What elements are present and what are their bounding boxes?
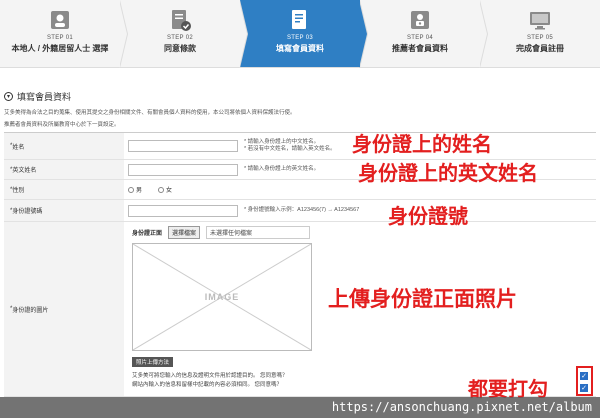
name-hint-1: 請輸入身份證上的中文姓名。 (247, 138, 320, 145)
name-input[interactable] (128, 140, 238, 152)
annotation-english-name: 身份證上的英文姓名 (358, 161, 538, 185)
form-row-name: * 姓名 * 請輸入身份證上的中文姓名。 * 若沒有中文姓名，請輸入英文姓名。 (4, 133, 596, 160)
step-3-number: STEP 03 (286, 35, 313, 41)
name-hint-2: 若沒有中文姓名，請輸入英文姓名。 (247, 146, 336, 152)
step-3-label: 填寫會員資料 (276, 44, 324, 53)
choose-file-button[interactable]: 選擇檔案 (168, 226, 201, 239)
step-1: STEP 01 本地人 / 外籍居留人士 選擇 (0, 0, 128, 68)
section-note-1: 艾多美得為合法之目的蒐集、使用其提交之身份相關文件、有關會員個人資料的使用，本公… (4, 110, 296, 116)
step-1-label: 本地人 / 外籍居留人士 選擇 (11, 44, 109, 53)
referrer-icon (411, 11, 429, 29)
step-4: STEP 04 推薦者會員資料 (360, 0, 488, 68)
id-number-hint: 身份證號輸入示例：A123456(7) → A1234567 (247, 206, 360, 213)
step-5-number: STEP 05 (526, 35, 553, 41)
step-2-label: 同意條款 (164, 44, 196, 53)
step-3: STEP 03 填寫會員資料 (240, 0, 368, 68)
id-front-label: 身份證正面 (132, 231, 163, 237)
step-1-number: STEP 01 (46, 35, 73, 41)
english-name-label: 英文姓名 (12, 168, 37, 174)
form-edit-icon (292, 10, 306, 29)
step-5: STEP 05 完成會員註冊 (480, 0, 600, 67)
gender-female-option[interactable]: 女 (158, 185, 172, 194)
placeholder-text: IMAGE (204, 292, 240, 302)
chevron-down-icon: ▾ (4, 92, 13, 101)
id-number-input[interactable] (128, 204, 238, 217)
step-5-label: 完成會員註冊 (516, 44, 564, 53)
annotation-name: 身份證上的姓名 (352, 132, 492, 156)
highlight-box (576, 366, 593, 396)
form-row-id-number: * 身份證號碼 * 身份證號輸入示例：A123456(7) → A1234567 (4, 200, 596, 222)
step-2: STEP 02 同意條款 (120, 0, 248, 68)
section-title: ▾ 填寫會員資料 (4, 90, 71, 103)
step-2-number: STEP 02 (166, 35, 193, 41)
annotation-id-number: 身份證號 (388, 204, 468, 228)
agree-text-2: 網站內輸入的信息和留樣中記載的內容必須相同。 您同意嗎？ (132, 381, 283, 388)
radio-female[interactable] (158, 186, 165, 193)
name-label: 姓名 (12, 144, 25, 151)
step-4-number: STEP 04 (406, 35, 433, 41)
agree-text-1: 艾多美可將您輸入的信息及證明文件用於認證目的。 您同意嗎？ (132, 373, 288, 379)
watermark: https://ansonchuang.pixnet.net/album (0, 397, 600, 418)
monitor-icon (530, 12, 550, 30)
annotation-photo: 上傳身份證正面照片 (328, 287, 517, 311)
radio-male[interactable] (128, 186, 134, 193)
photo-upload-method-button[interactable]: 照片上傳方法 (132, 357, 174, 367)
gender-label: 性別 (12, 188, 25, 194)
gender-male-label: 男 (136, 188, 143, 194)
id-number-label: 身份證號碼 (12, 209, 43, 215)
gender-male-option[interactable]: 男 (128, 185, 142, 194)
english-name-input[interactable] (128, 163, 238, 176)
step-progress-bar: STEP 01 本地人 / 外籍居留人士 選擇 STEP 02 同意條款 STE… (0, 0, 600, 68)
section-note-2: 推薦者會員資料及所屬教育中心於下一頁設定。 (4, 122, 120, 128)
person-icon (51, 11, 69, 29)
image-placeholder: IMAGE (132, 243, 312, 351)
english-name-hint: 請輸入身份證上的英文姓名。 (247, 165, 320, 172)
gender-female-label: 女 (166, 188, 173, 194)
step-4-label: 推薦者會員資料 (392, 44, 448, 53)
section-title-text: 填寫會員資料 (17, 92, 72, 102)
no-file-text: 未選擇任何檔案 (206, 226, 311, 239)
id-photo-label: 身份證的圖片 (12, 307, 49, 314)
document-check-icon (172, 10, 191, 31)
